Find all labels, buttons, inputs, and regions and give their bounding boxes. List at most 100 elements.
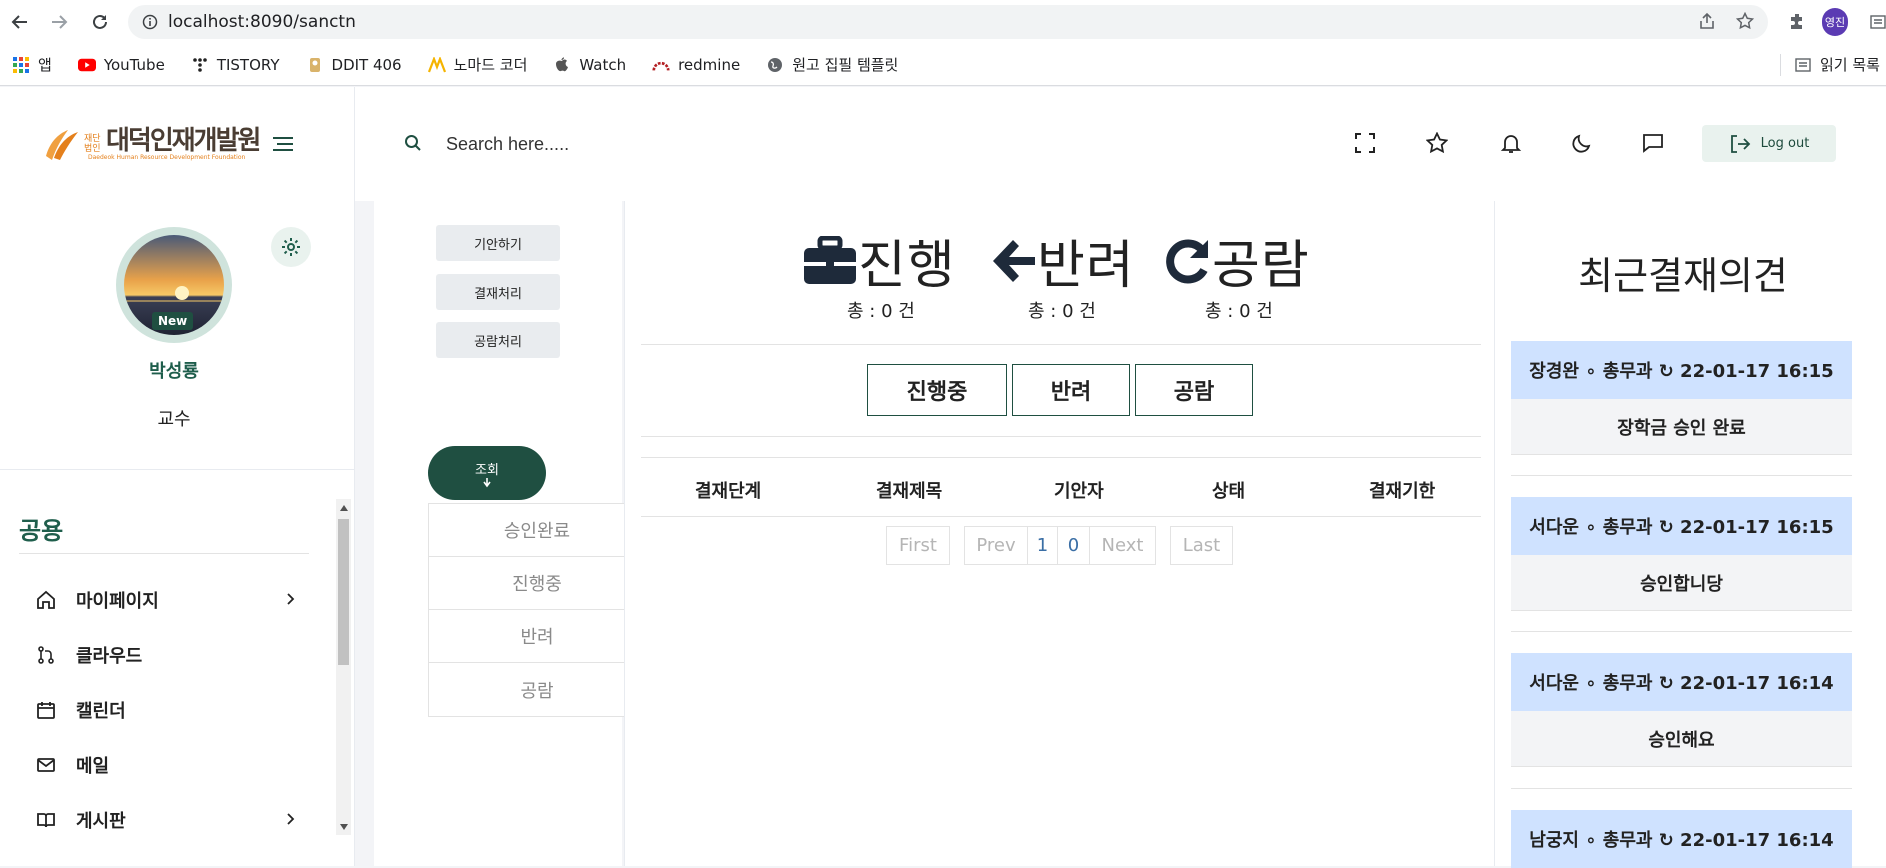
logout-icon [1730, 134, 1750, 153]
filter-in-progress-button[interactable]: 진행중 [867, 364, 1007, 416]
site-info-icon[interactable] [142, 14, 158, 30]
opinion-card[interactable]: 남궁지 ∘ 총무과 ↻ 22-01-17 16:14 [1511, 810, 1852, 868]
logo-leaf-icon [46, 130, 78, 160]
sidebar-item-board[interactable]: 게시판 [36, 805, 296, 835]
sidebar-item-mail[interactable]: 메일 [36, 750, 296, 780]
sidebar-item-cloud[interactable]: 클라우드 [36, 640, 296, 670]
page-next[interactable]: Next [1090, 526, 1156, 565]
bookmark-nomad[interactable]: 노마드 코더 [427, 54, 527, 75]
chat-icon[interactable] [1642, 132, 1666, 156]
logout-label: Log out [1760, 136, 1810, 151]
home-icon [37, 590, 55, 609]
logout-button[interactable]: Log out [1702, 125, 1836, 162]
back-icon[interactable] [9, 11, 31, 33]
page-number[interactable]: 1 [1028, 526, 1058, 565]
filter-circulation-button[interactable]: 공람 [1135, 364, 1253, 416]
opinion-card[interactable]: 서다운 ∘ 총무과 ↻ 22-01-17 16:15 승인합니당 [1511, 497, 1852, 611]
bookmark-label: 원고 집필 템플릿 [792, 56, 899, 74]
scroll-up-arrow-icon[interactable] [339, 504, 349, 512]
column-header-status[interactable]: 상태 [1212, 477, 1245, 503]
sidebar-item-calendar[interactable]: 캘린더 [36, 695, 296, 725]
gear-icon [282, 238, 300, 256]
mail-icon [37, 758, 55, 772]
review-button[interactable]: 공람처리 [436, 322, 560, 358]
bookmark-star-icon[interactable] [1736, 12, 1754, 30]
stat-in-progress[interactable]: 진행 [802, 223, 956, 298]
address-bar[interactable]: localhost:8090/sanctn [128, 5, 1768, 39]
list-icon [1794, 56, 1812, 74]
bookmark-redmine[interactable]: redmine [652, 56, 740, 74]
sidebar-item-mypage[interactable]: 마이페이지 [36, 585, 296, 615]
hamburger-menu-icon[interactable] [273, 136, 294, 152]
search-icon[interactable] [404, 134, 422, 152]
book-icon [37, 813, 55, 828]
opinion-card-body: 승인합니당 [1511, 555, 1852, 611]
column-header-drafter[interactable]: 기안자 [1054, 477, 1104, 503]
reading-list[interactable]: 읽기 목록 [1794, 54, 1880, 75]
profile-name[interactable]: 박성룡 [0, 357, 348, 383]
sidebar-item-label: 캘린더 [76, 701, 126, 722]
url-host: localhost: [168, 12, 251, 32]
page-first[interactable]: First [886, 526, 950, 565]
opinion-card[interactable]: 서다운 ∘ 총무과 ↻ 22-01-17 16:14 승인해요 [1511, 653, 1852, 767]
url-path: 8090/sanctn [250, 12, 356, 32]
page-number[interactable]: 0 [1058, 526, 1090, 565]
notification-bell-icon[interactable] [1500, 132, 1524, 156]
ddit-icon [306, 56, 324, 74]
stat-count: 총 : 0 건 [847, 301, 915, 322]
draft-button[interactable]: 기안하기 [436, 225, 560, 261]
dropdown-item-rejected[interactable]: 반려 [429, 610, 645, 663]
bookmark-template[interactable]: 원고 집필 템플릿 [766, 54, 898, 75]
lookup-button[interactable]: 조회 [428, 446, 546, 500]
bookmark-ddit[interactable]: DDIT 406 [306, 56, 402, 74]
fullscreen-icon[interactable] [1354, 132, 1378, 156]
stat-rejected[interactable]: 반려 [989, 223, 1135, 298]
profile-role: 교수 [157, 409, 191, 430]
dropdown-item-in-progress[interactable]: 진행중 [429, 557, 645, 610]
sidebar-scrollbar-thumb[interactable] [338, 519, 349, 665]
opinion-card[interactable]: 장경완 ∘ 총무과 ↻ 22-01-17 16:15 장학금 승인 완료 [1511, 341, 1852, 455]
opinion-card-body: 장학금 승인 완료 [1511, 399, 1852, 455]
bookmark-watch[interactable]: Watch [553, 56, 626, 74]
column-header-title[interactable]: 결재제목 [876, 477, 942, 503]
opinion-card-header: 장경완 ∘ 총무과 ↻ 22-01-17 16:15 [1511, 341, 1852, 399]
nomad-coder-icon [427, 56, 446, 74]
opinion-card-body: 승인해요 [1511, 711, 1852, 767]
column-header-stage[interactable]: 결재단계 [695, 477, 761, 503]
page-last[interactable]: Last [1170, 526, 1233, 565]
bookmark-tistory[interactable]: TISTORY [191, 56, 280, 74]
scroll-down-arrow-icon[interactable] [339, 823, 349, 831]
dropdown-item-approved[interactable]: 승인완료 [429, 504, 645, 557]
reading-list-icon[interactable] [1870, 14, 1886, 30]
logo-area: 재단법인 대덕인재개발원 Daedeok Human Resource Deve… [0, 87, 355, 201]
sidebar: New 박성룡 교수 공용 마이페이지 클라우드 캘린더 메일 게시판 [0, 201, 355, 866]
bookmark-label: DDIT 406 [331, 55, 402, 74]
extensions-icon[interactable] [1788, 12, 1808, 32]
pagination: First Prev 1 0 Next Last [886, 526, 1233, 565]
page-prev[interactable]: Prev [964, 526, 1028, 565]
stat-label: 공람 [1212, 236, 1310, 296]
forward-icon[interactable] [48, 11, 70, 33]
redo-icon [1166, 239, 1208, 283]
approval-main: 진행 총 : 0 건 반려 총 : 0 건 공람 총 : 0 건 진행중 반려 … [624, 201, 1494, 866]
url-text[interactable]: localhost:8090/sanctn [168, 12, 356, 32]
youtube-icon [77, 56, 96, 74]
share-icon[interactable] [1698, 12, 1716, 30]
logo[interactable]: 재단법인 대덕인재개발원 Daedeok Human Resource Deve… [44, 125, 261, 162]
stat-circulation[interactable]: 공람 [1164, 223, 1310, 298]
dropdown-item-circulation[interactable]: 공람 [429, 663, 645, 716]
reload-icon[interactable] [89, 11, 111, 33]
filter-rejected-button[interactable]: 반려 [1012, 364, 1130, 416]
profile-avatar[interactable]: 영진 [1822, 8, 1848, 36]
favorites-star-icon[interactable] [1426, 132, 1450, 156]
profile-settings-button[interactable] [271, 227, 311, 267]
chevron-right-icon [287, 813, 295, 825]
logo-prefix: 재단법인 [84, 133, 101, 154]
search-input[interactable] [446, 127, 846, 161]
bookmark-youtube[interactable]: YouTube [77, 56, 165, 74]
process-button[interactable]: 결재처리 [436, 274, 560, 310]
logo-text: 대덕인재개발원 [106, 125, 261, 156]
bookmark-apps[interactable]: 앱 [12, 54, 52, 75]
column-header-deadline[interactable]: 결재기한 [1369, 477, 1435, 503]
dark-mode-moon-icon[interactable] [1571, 132, 1595, 156]
